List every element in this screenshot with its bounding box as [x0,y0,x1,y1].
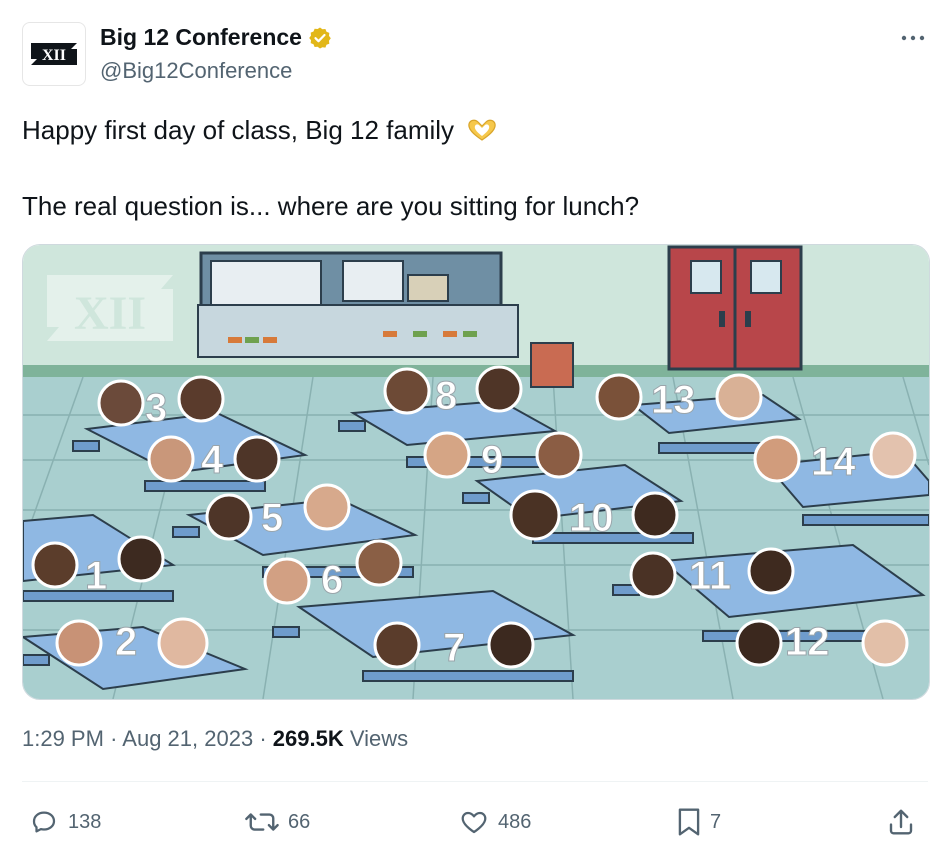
like-button[interactable]: 486 [458,805,531,839]
tweet-text-line-1: Happy first day of class, Big 12 family [22,114,497,146]
table-number: 13 [651,378,696,422]
table-number: 9 [481,438,503,482]
big12-logo-icon: XII [31,43,77,65]
share-button[interactable] [886,805,916,839]
table-number: 4 [201,438,224,482]
bookmark-icon [678,808,700,836]
table-number: 1 [85,554,107,598]
verified-badge-icon [309,27,331,48]
heart-hands-icon [468,119,496,141]
divider [22,781,928,782]
repost-icon [245,813,279,831]
more-options-button[interactable] [898,26,928,50]
separator-dot: · [110,726,123,751]
views-count: 269.5K [272,726,344,751]
table-number: 5 [261,496,283,540]
reply-button[interactable]: 138 [28,805,101,839]
image-watermark: XII [74,287,146,340]
tweet-meta: 1:29 PM · Aug 21, 2023 · 269.5K Views [22,726,408,752]
tweet-text-line-2: The real question is... where are you si… [22,191,640,221]
tweet-date[interactable]: Aug 21, 2023 [122,726,253,751]
tweet-text: Happy first day of class, Big 12 family [22,115,455,145]
bookmark-button[interactable]: 7 [676,805,721,839]
bookmark-count: 7 [710,810,722,833]
more-horizontal-icon [901,35,925,41]
table-number: 2 [115,620,137,664]
author-display-name[interactable]: Big 12 Conference [100,24,302,51]
tweet: XII Big 12 Conference @Big12Conference H… [0,0,950,856]
tweet-image[interactable]: XII 1 2 3 4 5 6 7 8 9 10 11 12 13 14 [22,244,930,700]
author-name-row: Big 12 Conference [100,24,332,51]
tweet-time[interactable]: 1:29 PM [22,726,104,751]
table-number: 8 [435,374,457,418]
views-label: Views [349,726,409,751]
share-icon [889,809,913,835]
table-number: 14 [811,440,856,484]
cafeteria-illustration: XII 1 2 3 4 5 6 7 8 9 10 11 12 13 14 [23,245,929,699]
reply-count: 138 [68,810,102,833]
author-avatar[interactable]: XII [22,22,86,86]
author-handle[interactable]: @Big12Conference [100,58,292,84]
heart-icon [461,811,487,834]
table-number: 3 [145,386,167,430]
repost-button[interactable]: 66 [244,805,310,839]
table-number: 12 [785,620,830,664]
repost-count: 66 [288,810,311,833]
table-number: 7 [443,626,465,670]
reply-icon [32,811,56,833]
svg-text:XII: XII [42,47,66,64]
table-number: 11 [689,554,731,598]
table-number: 10 [569,496,614,540]
separator-dot: · [259,726,273,751]
table-number: 6 [321,558,343,602]
like-count: 486 [498,810,532,833]
